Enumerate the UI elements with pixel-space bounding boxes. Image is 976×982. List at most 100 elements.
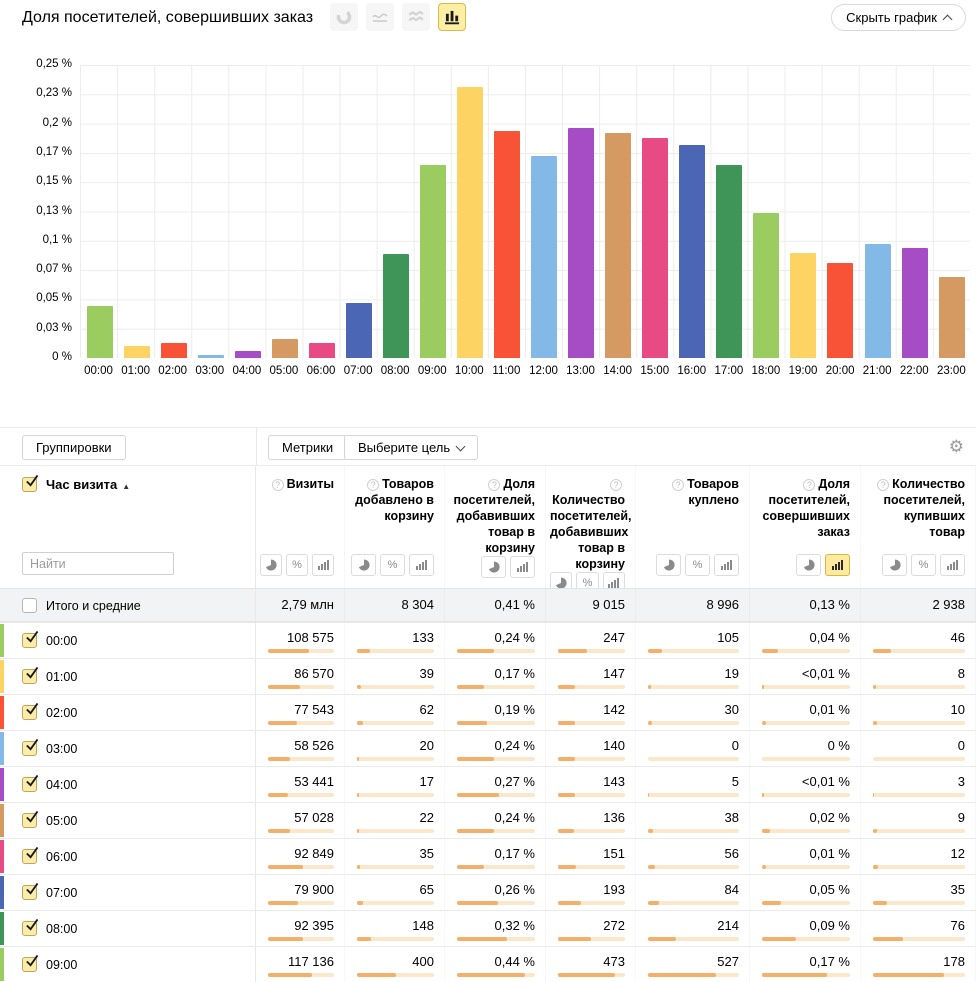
help-icon[interactable]: ? <box>367 479 379 491</box>
share-bar-fill <box>873 649 891 653</box>
share-bar-track <box>873 793 965 797</box>
y-tick-label: 0,03 % <box>0 322 72 334</box>
chart-bar[interactable] <box>346 303 372 358</box>
toggle-percent-button[interactable]: % <box>380 554 405 576</box>
column-header-label[interactable]: ?Товаров куплено <box>640 476 739 508</box>
chart-bar[interactable] <box>309 343 335 358</box>
groupings-button[interactable]: Группировки <box>22 435 126 460</box>
column-header-label[interactable]: ?Визиты <box>260 476 334 492</box>
chart-bar[interactable] <box>420 165 446 358</box>
chart-bar[interactable] <box>865 244 891 358</box>
row-label[interactable]: 09:00 <box>46 958 77 972</box>
chart-bar[interactable] <box>494 131 520 358</box>
chart-bar[interactable] <box>87 306 113 358</box>
chart-bar[interactable] <box>716 165 742 358</box>
chart-bar[interactable] <box>568 128 594 358</box>
toggle-pie-button[interactable] <box>351 554 376 576</box>
chart-bar[interactable] <box>383 254 409 358</box>
search-input[interactable] <box>22 552 174 575</box>
toggle-pie-button[interactable] <box>481 556 506 578</box>
table-row: 06:0092 849350,17 %151560,01 %12 <box>0 838 976 874</box>
toggle-percent-button[interactable]: % <box>286 554 308 576</box>
row-checkbox[interactable] <box>22 633 37 648</box>
column-header-label[interactable]: ?Количество посетителей, купивших товар <box>865 476 965 540</box>
column-header-label[interactable]: ?Товаров добавлено в корзину <box>349 476 434 524</box>
hide-chart-button[interactable]: Скрыть график <box>831 4 966 31</box>
chart-bar[interactable] <box>124 346 150 358</box>
chart-bar[interactable] <box>235 351 261 358</box>
help-icon[interactable]: ? <box>803 479 815 491</box>
chart-bar[interactable] <box>161 343 187 358</box>
toggle-percent-button[interactable]: % <box>911 554 936 576</box>
row-checkbox[interactable] <box>22 921 37 936</box>
select-all-checkbox[interactable] <box>22 477 37 492</box>
goal-select-button[interactable]: Выберите цель <box>344 435 478 460</box>
row-label[interactable]: 07:00 <box>46 886 77 900</box>
chevron-down-icon <box>456 441 466 451</box>
row-label[interactable]: 03:00 <box>46 742 77 756</box>
column-header-label[interactable]: ?Доля посетителей, совершивших заказ <box>754 476 850 540</box>
toggle-bars-button[interactable] <box>825 554 850 576</box>
stacked-chart-icon[interactable] <box>402 3 430 31</box>
column-header-label[interactable]: ?Доля посетителей, добавивших товар в ко… <box>449 476 535 556</box>
metric-value: 46 <box>873 630 965 645</box>
help-icon[interactable]: ? <box>877 479 889 491</box>
share-bar-track <box>762 865 850 869</box>
row-checkbox[interactable] <box>22 813 37 828</box>
row-checkbox[interactable] <box>22 741 37 756</box>
row-label[interactable]: Итого и средние <box>46 599 141 613</box>
chart-bar[interactable] <box>939 277 965 358</box>
bar-column <box>377 254 414 358</box>
row-checkbox[interactable] <box>22 957 37 972</box>
help-icon[interactable]: ? <box>610 479 622 491</box>
toggle-bars-button[interactable] <box>312 554 334 576</box>
row-checkbox[interactable] <box>22 669 37 684</box>
chart-bar[interactable] <box>827 263 853 358</box>
row-checkbox[interactable] <box>22 849 37 864</box>
chart-bar[interactable] <box>902 248 928 358</box>
pie-chart-icon[interactable] <box>330 3 358 31</box>
line-chart-icon[interactable] <box>366 3 394 31</box>
x-tick-label: 06:00 <box>302 365 339 377</box>
toggle-bars-button[interactable] <box>714 554 739 576</box>
toggle-pie-button[interactable] <box>260 554 282 576</box>
row-checkbox[interactable] <box>22 885 37 900</box>
row-label[interactable]: 05:00 <box>46 814 77 828</box>
chart-bar[interactable] <box>790 253 816 358</box>
row-label[interactable]: 04:00 <box>46 778 77 792</box>
dimension-label[interactable]: Час визита▲ <box>46 477 130 492</box>
help-icon[interactable]: ? <box>672 479 684 491</box>
row-label[interactable]: 01:00 <box>46 670 77 684</box>
column-header: ?Доля посетителей, совершивших заказ <box>750 466 861 588</box>
toggle-bars-button[interactable] <box>940 554 965 576</box>
toggle-bars-button[interactable] <box>409 554 434 576</box>
metrics-button[interactable]: Метрики <box>268 435 347 460</box>
row-checkbox[interactable] <box>22 598 37 613</box>
chart-bar[interactable] <box>605 133 631 358</box>
chart-bar[interactable] <box>642 138 668 358</box>
chart-bar[interactable] <box>272 339 298 358</box>
toggle-pie-button[interactable] <box>882 554 907 576</box>
chart-bar[interactable] <box>679 145 705 358</box>
bar-chart-icon[interactable] <box>438 3 466 31</box>
chart-bar[interactable] <box>753 213 779 358</box>
chart-bar[interactable] <box>531 156 557 358</box>
toggle-pie-button[interactable] <box>656 554 681 576</box>
toggle-bars-button[interactable] <box>510 556 535 578</box>
toggle-percent-button[interactable]: % <box>685 554 710 576</box>
chart-bar[interactable] <box>198 355 224 358</box>
help-icon[interactable]: ? <box>488 479 500 491</box>
share-bar-track <box>268 937 334 941</box>
toggle-pie-button[interactable] <box>796 554 821 576</box>
row-label[interactable]: 06:00 <box>46 850 77 864</box>
gear-icon[interactable]: ⚙ <box>949 437 964 457</box>
chart-bar[interactable] <box>457 87 483 358</box>
help-icon[interactable]: ? <box>272 479 284 491</box>
row-checkbox[interactable] <box>22 777 37 792</box>
column-header-label[interactable]: ?Количество посетителей, добавивших това… <box>550 476 625 572</box>
row-label[interactable]: 00:00 <box>46 634 77 648</box>
row-checkbox[interactable] <box>22 705 37 720</box>
row-label[interactable]: 08:00 <box>46 922 77 936</box>
toolbar-divider <box>256 428 257 465</box>
row-label[interactable]: 02:00 <box>46 706 77 720</box>
